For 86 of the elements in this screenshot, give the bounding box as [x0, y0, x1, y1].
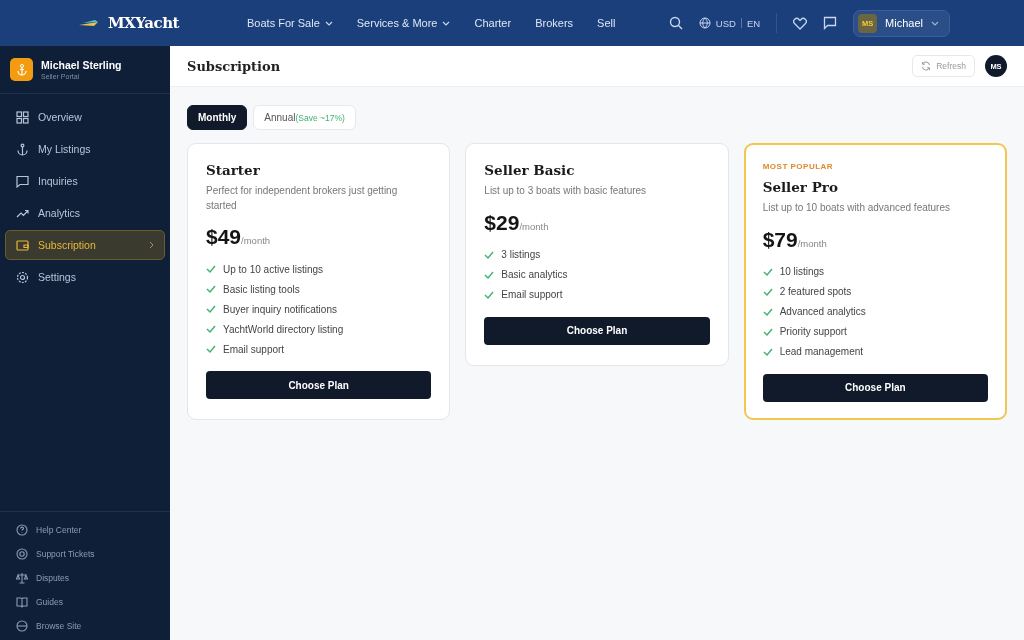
plan-feature: Priority support: [779, 326, 847, 337]
chevron-down-icon: [931, 20, 939, 26]
plan-name: Seller Pro: [762, 179, 839, 195]
search-icon[interactable]: [668, 16, 683, 30]
globe-icon: [16, 620, 28, 632]
check-icon: [762, 347, 773, 356]
plan-feature: 3 listings: [501, 249, 541, 260]
sidebar-link[interactable]: Guides: [16, 590, 154, 614]
logo[interactable]: MXYacht: [108, 14, 179, 32]
sidebar-link[interactable]: Disputes: [16, 566, 154, 590]
nav-link[interactable]: Sell: [597, 17, 616, 29]
plan-feature: Basic listing tools: [223, 283, 300, 295]
choose-plan-button[interactable]: Choose Plan: [762, 373, 988, 402]
check-icon: [206, 305, 216, 313]
check-icon: [206, 325, 216, 333]
choose-plan-button[interactable]: Choose Plan: [484, 316, 710, 345]
check-icon: [762, 327, 773, 336]
plan-feature: Basic analytics: [501, 269, 568, 280]
user-name: Michael: [885, 17, 923, 29]
plan-price: $29: [484, 210, 520, 235]
grid-icon: [16, 110, 29, 124]
plan-feature: Up to 10 active listings: [223, 263, 324, 275]
sidebar-link[interactable]: Support Tickets: [16, 542, 154, 566]
anchor-badge-icon: [10, 58, 33, 81]
sidebar-item[interactable]: Settings: [5, 262, 165, 292]
check-icon: [206, 345, 216, 353]
plan-price: $79: [762, 227, 798, 252]
ring-icon: [16, 548, 28, 560]
plan-feature: YachtWorld directory listing: [223, 323, 344, 335]
check-icon: [762, 287, 773, 296]
plan-feature: Email support: [223, 343, 285, 355]
nav-link[interactable]: Boats For Sale: [247, 17, 333, 29]
check-icon: [206, 265, 216, 273]
plan-description: List up to 10 boats with advanced features: [762, 201, 951, 215]
gear-icon: [16, 270, 29, 284]
plan-description: Perfect for independent brokers just getting started: [206, 184, 399, 213]
help-icon: [16, 524, 28, 536]
plan-badge-label: MOST POPULAR: [762, 162, 835, 171]
chat-icon[interactable]: [823, 16, 838, 30]
plan-feature: Buyer inquiry notifications: [223, 303, 337, 315]
nav-link[interactable]: Services & More: [356, 17, 451, 29]
plan-feature: Advanced analytics: [779, 306, 866, 317]
anchor-icon: [16, 142, 29, 156]
sidebar-link[interactable]: Browse Site: [16, 614, 154, 638]
chevron-down-icon: [442, 20, 451, 26]
plan-feature: Email support: [501, 289, 563, 300]
check-icon: [206, 285, 216, 293]
user-name: Michael Sterling: [41, 59, 122, 71]
plan-description: List up to 3 boats with basic features: [484, 184, 648, 198]
chevron-right-icon: [149, 241, 154, 249]
plan-name: Seller Basic: [484, 162, 576, 178]
scale-icon: [16, 572, 28, 584]
sidebar-item[interactable]: My Listings: [5, 134, 165, 164]
chat-icon: [16, 174, 29, 188]
check-icon: [762, 307, 773, 316]
chevron-down-icon: [324, 20, 333, 26]
check-icon: [762, 267, 773, 276]
heart-icon[interactable]: [793, 16, 808, 30]
book-icon: [16, 596, 28, 608]
sidebar-item[interactable]: Analytics: [5, 198, 165, 228]
sidebar-item[interactable]: Inquiries: [5, 166, 165, 196]
nav-link[interactable]: Brokers: [535, 17, 574, 29]
sidebar-item[interactable]: Subscription: [5, 230, 165, 260]
billing-tab[interactable]: Monthly: [187, 105, 248, 130]
sidebar-item[interactable]: Overview: [5, 102, 165, 132]
plan-feature: 10 listings: [779, 266, 825, 277]
check-icon: [484, 270, 495, 279]
nav-link[interactable]: Charter: [474, 17, 512, 29]
check-icon: [484, 250, 495, 259]
globe-icon: [698, 17, 711, 29]
plan-feature: Lead management: [779, 346, 864, 357]
price-period: /month: [797, 237, 827, 249]
sidebar-link[interactable]: Help Center: [16, 518, 154, 542]
price-period: /month: [241, 235, 271, 246]
choose-plan-button[interactable]: Choose Plan: [206, 371, 432, 399]
price-period: /month: [519, 220, 549, 232]
billing-tab[interactable]: Annual(Save ~17%): [253, 105, 356, 130]
language-selector[interactable]: EN: [746, 17, 761, 29]
plan-price: $49: [206, 225, 242, 249]
refresh-icon: [921, 61, 932, 71]
check-icon: [484, 290, 495, 299]
page-title: Subscription: [187, 58, 282, 74]
plan-feature: 2 featured spots: [779, 286, 852, 297]
currency-selector[interactable]: USD: [715, 17, 736, 29]
plan-name: Starter: [206, 162, 261, 178]
card-icon: [16, 238, 29, 252]
